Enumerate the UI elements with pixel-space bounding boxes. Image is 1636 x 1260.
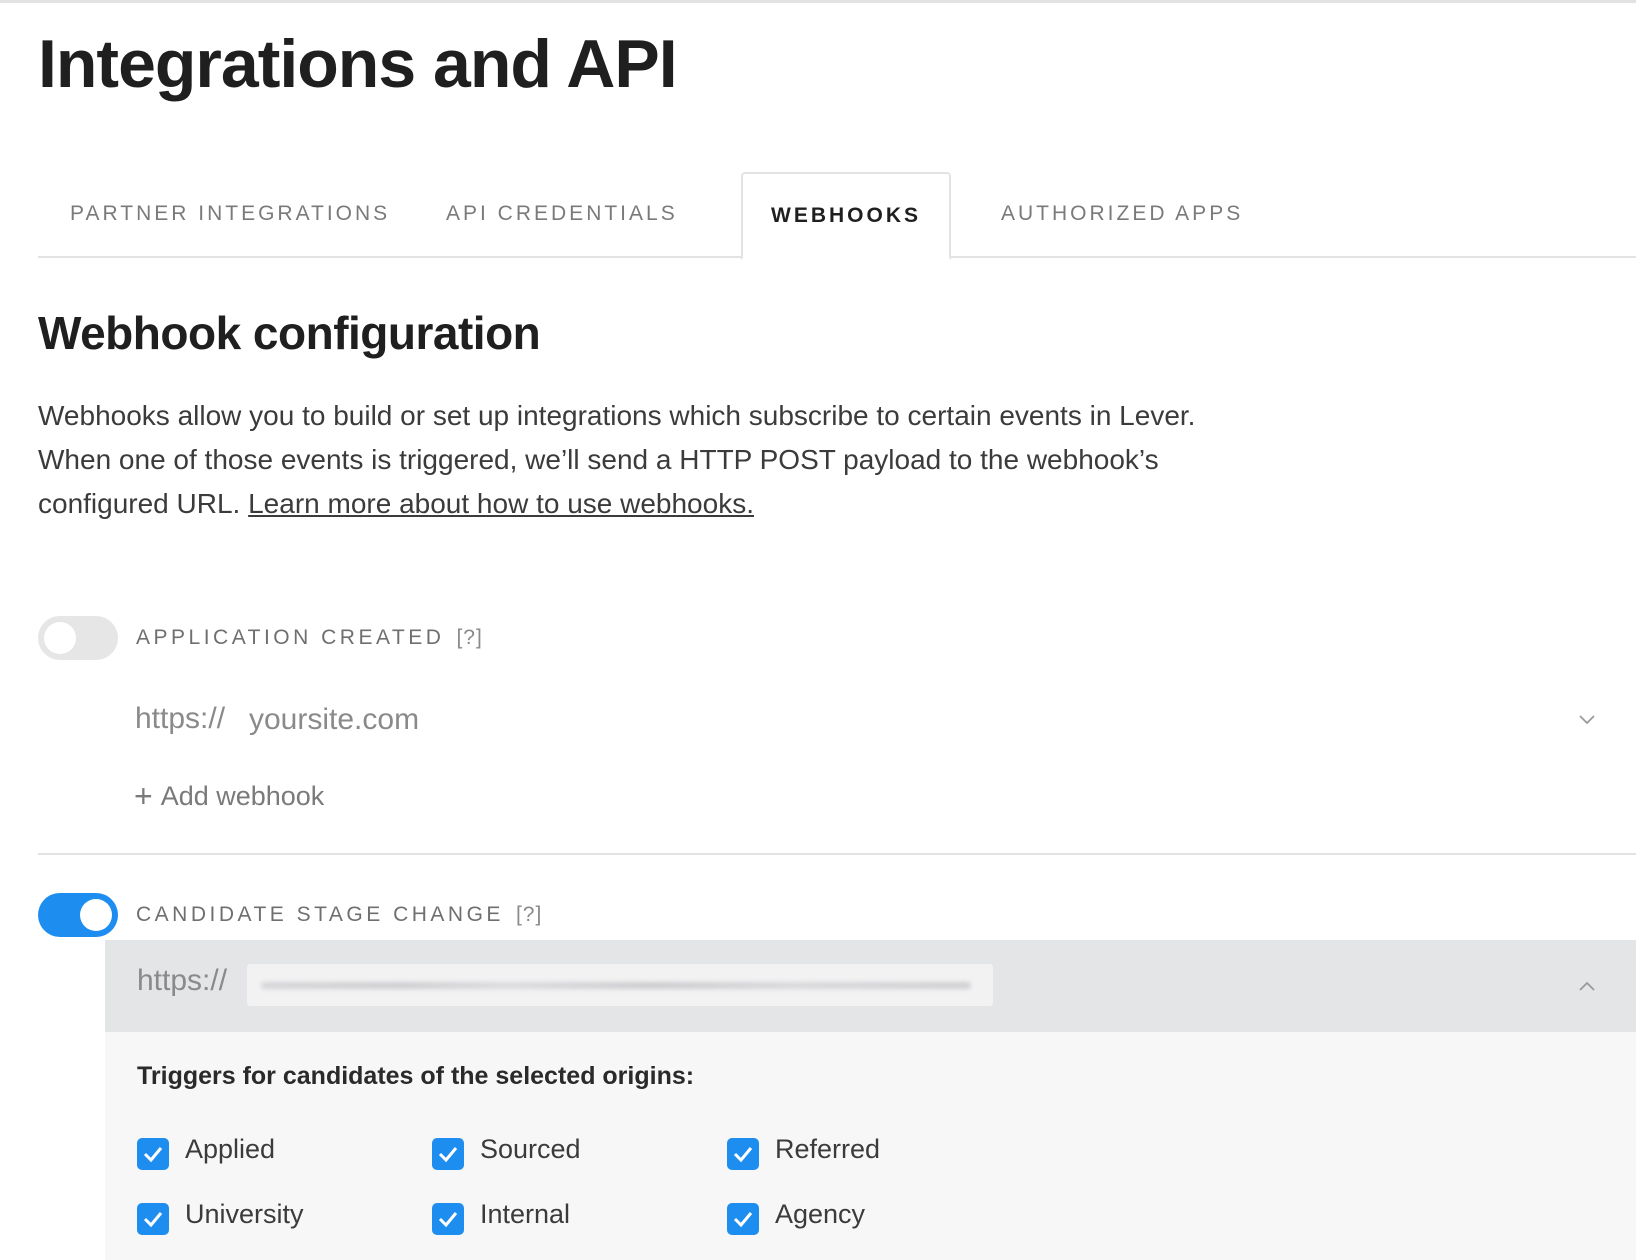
page-title: Integrations and API [38,26,678,102]
candidate-stage-change-toggle[interactable] [38,893,118,937]
section-description: Webhooks allow you to build or set up in… [38,394,1238,526]
top-border [0,0,1636,3]
tab-authorized-apps[interactable]: AUTHORIZED APPS [1001,172,1243,256]
integrations-page: Integrations and API PARTNER INTEGRATION… [0,0,1636,1260]
application-created-label: APPLICATION CREATED [?] [136,626,483,650]
origin-label: Internal [480,1199,571,1229]
help-link[interactable]: [?] [456,626,482,649]
checkbox-checked-icon [727,1203,759,1235]
tab-bar: PARTNER INTEGRATIONS API CREDENTIALS WEB… [38,172,1636,260]
checkbox-checked-icon [432,1203,464,1235]
application-created-toggle[interactable] [38,616,118,660]
triggers-label: Triggers for candidates of the selected … [137,1062,695,1090]
tab-partner-integrations[interactable]: PARTNER INTEGRATIONS [70,172,390,256]
section-title: Webhook configuration [38,307,541,359]
url-prefix: https:// [135,702,226,735]
toggle-knob [44,622,76,654]
event-label-text: CANDIDATE STAGE CHANGE [136,903,504,926]
section-divider [38,853,1636,855]
tab-webhooks[interactable]: WEBHOOKS [741,172,951,260]
add-webhook-button[interactable]: + Add webhook [134,778,324,815]
add-webhook-label: Add webhook [160,781,325,811]
redacted-url-blur [261,982,971,989]
checkbox-checked-icon [432,1138,464,1170]
chevron-down-icon[interactable] [1578,710,1596,728]
origin-label: Agency [775,1199,866,1229]
origin-label: University [185,1199,304,1229]
application-created-url-row: https:// [135,688,1636,754]
event-label-text: APPLICATION CREATED [136,626,445,649]
learn-more-link[interactable]: Learn more about how to use webhooks. [248,488,754,519]
checkbox-checked-icon [727,1138,759,1170]
origin-label: Applied [185,1134,276,1164]
tab-api-credentials[interactable]: API CREDENTIALS [446,172,678,256]
url-prefix: https:// [137,964,228,997]
webhook-url-bar[interactable]: https:// [105,940,1636,1032]
help-link[interactable]: [?] [516,903,542,926]
redacted-url-field[interactable] [247,964,993,1006]
candidate-stage-change-label: CANDIDATE STAGE CHANGE [?] [136,903,542,927]
origin-label: Sourced [480,1134,581,1164]
chevron-up-icon[interactable] [1578,977,1596,995]
webhook-url-input[interactable] [247,702,1451,738]
plus-icon: + [134,778,153,814]
checkbox-checked-icon [137,1138,169,1170]
toggle-knob [80,899,112,931]
origin-label: Referred [775,1134,881,1164]
candidate-stage-change-panel: https:// Triggers for candidates of the … [105,940,1636,1260]
checkbox-checked-icon [137,1203,169,1235]
